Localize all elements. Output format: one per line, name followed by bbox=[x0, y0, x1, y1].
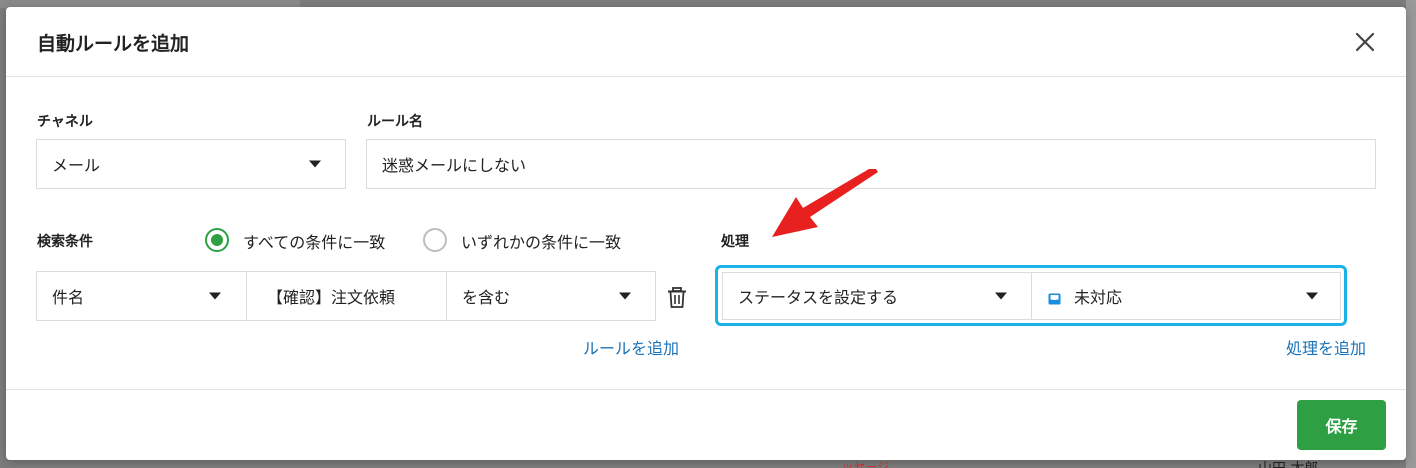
add-auto-rule-dialog: 自動ルールを追加 チャネル メール ルール名 迷惑メールにしない 検索条件 すべ… bbox=[6, 7, 1406, 460]
rule-name-label: ルール名 bbox=[367, 114, 423, 130]
condition-operator-select[interactable]: を含む bbox=[446, 271, 656, 321]
actions-label: 処理 bbox=[721, 234, 749, 250]
save-button-label: 保存 bbox=[1325, 419, 1358, 436]
red-arrow-icon bbox=[772, 169, 878, 237]
condition-field-select[interactable]: 件名 bbox=[36, 271, 247, 321]
status-select[interactable]: 未対応 bbox=[1031, 272, 1341, 320]
condition-value-input[interactable]: 【確認】注文依頼 bbox=[246, 271, 447, 321]
add-action-link[interactable]: 処理を追加 bbox=[1286, 335, 1366, 359]
inbox-icon bbox=[1048, 290, 1061, 305]
status-value: 未対応 bbox=[1074, 288, 1123, 307]
rule-name-input-value: 迷惑メールにしない bbox=[382, 156, 527, 175]
action-type-select[interactable]: ステータスを設定する bbox=[722, 272, 1032, 320]
trash-icon bbox=[668, 287, 686, 308]
delete-condition-button[interactable] bbox=[666, 286, 690, 310]
save-button[interactable]: 保存 bbox=[1297, 400, 1386, 450]
match-all-label: すべての条件に一致 bbox=[243, 233, 386, 252]
close-button[interactable] bbox=[1352, 29, 1378, 55]
condition-operator-value: を含む bbox=[462, 288, 511, 307]
caret-down-icon bbox=[309, 160, 321, 168]
condition-field-value: 件名 bbox=[52, 288, 85, 307]
backdrop-right-strip bbox=[1406, 0, 1416, 468]
match-any-label: いずれかの条件に一致 bbox=[461, 233, 622, 252]
match-all-radio[interactable] bbox=[205, 228, 229, 252]
channel-select-value: メール bbox=[52, 156, 101, 175]
dialog-header: 自動ルールを追加 bbox=[6, 7, 1406, 77]
add-rule-link[interactable]: ルールを追加 bbox=[583, 335, 679, 359]
caret-down-icon bbox=[209, 292, 221, 300]
dialog-title: 自動ルールを追加 bbox=[37, 33, 190, 55]
conditions-label: 検索条件 bbox=[37, 234, 93, 250]
condition-value-text: 【確認】注文依頼 bbox=[267, 288, 396, 307]
radio-selected-dot bbox=[211, 234, 223, 246]
match-any-radio[interactable] bbox=[423, 228, 447, 252]
action-type-value: ステータスを設定する bbox=[738, 288, 899, 307]
channel-label: チャネル bbox=[37, 114, 93, 130]
caret-down-icon bbox=[619, 292, 631, 300]
channel-select[interactable]: メール bbox=[36, 139, 346, 189]
caret-down-icon bbox=[995, 292, 1007, 300]
caret-down-icon bbox=[1306, 292, 1318, 300]
close-icon bbox=[1355, 32, 1375, 52]
dialog-footer bbox=[6, 389, 1406, 460]
